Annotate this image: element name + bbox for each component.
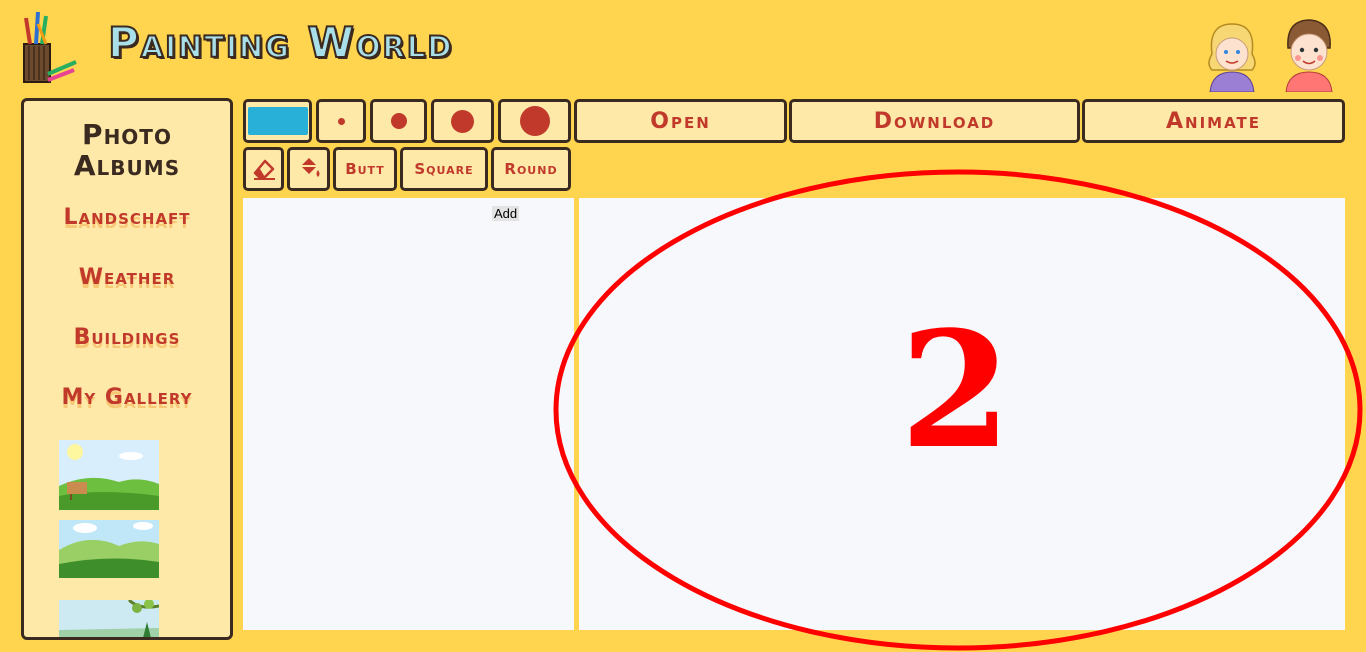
- brush-size-s-icon: [390, 113, 407, 129]
- meadow-sign-thumbnail[interactable]: [59, 440, 159, 510]
- app-header: Painting World: [0, 0, 1366, 95]
- layers-panel: Add: [243, 198, 574, 630]
- add-button[interactable]: Add: [492, 206, 520, 221]
- album-link-my-gallery[interactable]: My Gallery: [24, 385, 230, 410]
- brush-size-s-button[interactable]: [370, 99, 427, 143]
- brush-size-xs-button[interactable]: [316, 99, 366, 143]
- girl-avatar-icon: [1208, 23, 1256, 92]
- line-cap-round-button[interactable]: Round: [491, 147, 571, 191]
- eraser-button[interactable]: [243, 147, 284, 191]
- brush-size-m-icon: [451, 109, 474, 133]
- eraser-icon: [253, 159, 275, 180]
- album-link-buildings[interactable]: Buildings: [24, 325, 230, 350]
- download-button[interactable]: Download: [789, 99, 1080, 143]
- hills-clouds-thumbnail[interactable]: [59, 520, 159, 578]
- line-cap-butt-button[interactable]: Butt: [333, 147, 397, 191]
- color-picker-button[interactable]: [243, 99, 312, 143]
- annotation-number: 2: [900, 296, 1012, 484]
- brush-size-l-icon: [519, 106, 550, 136]
- brush-size-xs-icon: [337, 117, 345, 125]
- brush-size-m-button[interactable]: [431, 99, 494, 143]
- open-button[interactable]: Open: [574, 99, 787, 143]
- album-link-weather[interactable]: Weather: [24, 265, 230, 290]
- line-cap-square-button[interactable]: Square: [400, 147, 488, 191]
- sidebar-title: Photo Albums: [73, 118, 181, 182]
- app-title: Painting World: [107, 18, 454, 67]
- pencil-cup-icon: [23, 11, 77, 83]
- brush-size-l-button[interactable]: [498, 99, 571, 143]
- album-link-landschaft[interactable]: Landschaft: [24, 205, 230, 230]
- boy-avatar-icon: [1285, 19, 1333, 92]
- fill-bucket-button[interactable]: [287, 147, 330, 191]
- photo-albums-sidebar: Photo Albums Landschaft Weather Building…: [21, 98, 233, 640]
- selected-color-swatch: [247, 107, 308, 135]
- animate-button[interactable]: Animate: [1082, 99, 1345, 143]
- paint-bucket-icon: [300, 158, 319, 177]
- tree-branch-thumbnail[interactable]: [59, 600, 159, 640]
